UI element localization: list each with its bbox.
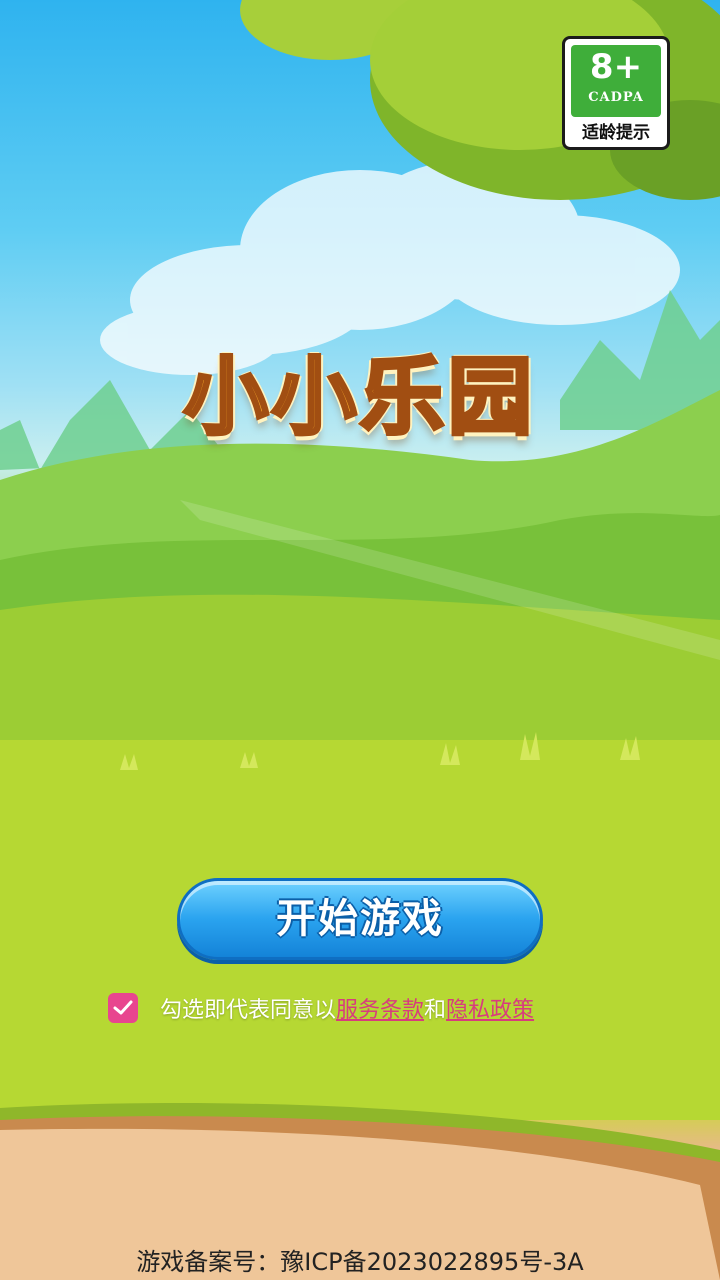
- game-title: 小小乐园: [182, 346, 536, 448]
- age-rating-number: 8+: [589, 47, 643, 87]
- age-rating-badge: 8+ CADPA 适龄提示: [562, 36, 670, 150]
- age-rating-org: CADPA: [588, 90, 644, 105]
- background-scenery: [0, 0, 720, 1280]
- game-launch-screen: 8+ CADPA 适龄提示 小小乐园 开始游戏 勾选即代表同意以 服务条款和隐私政…: [0, 0, 720, 1280]
- age-rating-caption: 适龄提示: [582, 123, 650, 143]
- icp-filing-number: 游戏备案号：豫ICP备2023022895号-3A: [136, 1248, 584, 1276]
- agreement-joiner: 和: [424, 998, 447, 1023]
- agreement-checkbox[interactable]: [108, 993, 138, 1023]
- agreement-row: 勾选即代表同意以 服务条款和隐私政策: [108, 990, 534, 1026]
- checkmark-icon: [113, 1000, 133, 1015]
- privacy-policy-link[interactable]: 隐私政策: [446, 992, 534, 1024]
- agreement-prefix: 勾选即代表同意以: [160, 998, 337, 1023]
- start-game-button[interactable]: 开始游戏: [177, 878, 543, 960]
- terms-of-service-link[interactable]: 服务条款: [336, 992, 424, 1024]
- age-rating-panel: 8+ CADPA: [571, 45, 661, 117]
